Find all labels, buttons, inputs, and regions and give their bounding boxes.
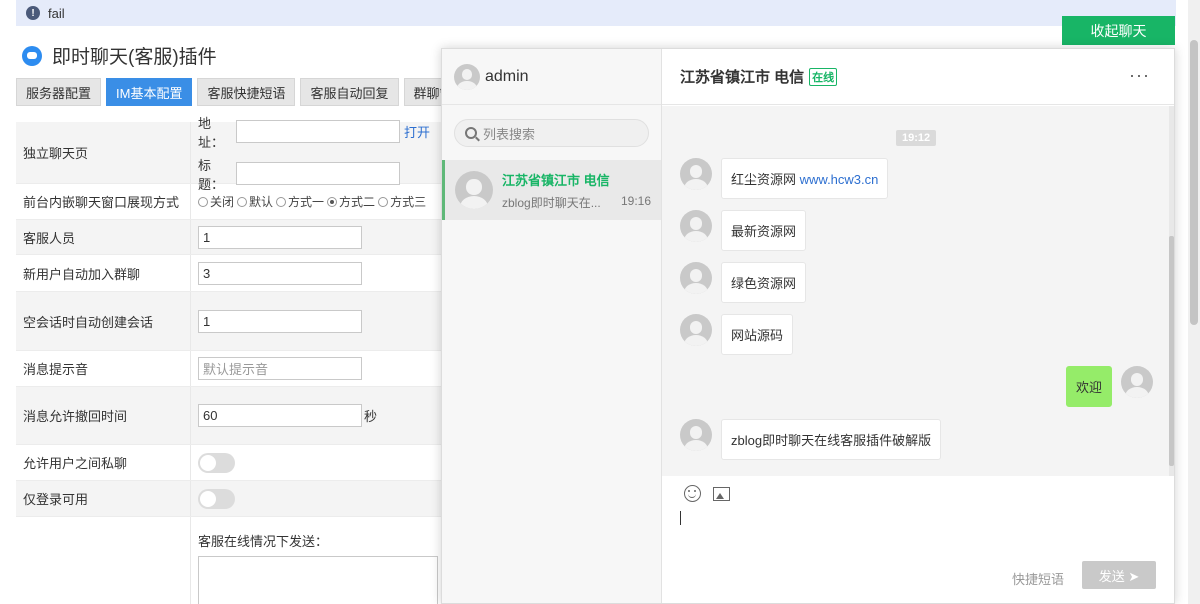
time-divider: 19:12 — [896, 130, 937, 146]
emoji-icon[interactable] — [684, 485, 701, 502]
label-recall: 消息允许撤回时间 — [16, 387, 191, 444]
chat-sidebar: admin 列表搜索 江苏省镇江市 电信 zblog即时聊天在... 19:16 — [442, 49, 662, 603]
message-item: 最新资源网 — [680, 210, 807, 251]
addr-input[interactable] — [236, 120, 400, 143]
row-embed-mode: 前台内嵌聊天窗口展现方式 关闭 默认 方式一 方式二 方式三 — [16, 184, 446, 220]
image-icon[interactable] — [713, 486, 730, 501]
addr-label: 地址： — [198, 115, 225, 150]
empty-session-input[interactable]: 1 — [198, 309, 362, 333]
chat-title: 江苏省镇江市 电信 — [680, 69, 805, 86]
radio-mode-3[interactable]: 方式三 — [378, 193, 426, 210]
radio-mode-1[interactable]: 方式一 — [276, 193, 324, 210]
input-toolbar — [684, 485, 730, 502]
message-bubble: 红尘资源网 www.hcw3.cn — [721, 158, 889, 199]
message-bubble: 网站源码 — [721, 314, 794, 355]
conversation-name: 江苏省镇江市 电信 — [502, 172, 610, 188]
login-only-toggle[interactable] — [198, 488, 235, 509]
message-item: zblog即时聊天在线客服插件破解版 — [680, 419, 942, 460]
row-auto-join: 新用户自动加入群聊 3 — [16, 255, 446, 292]
chat-user-header: admin — [442, 49, 661, 105]
title-input[interactable] — [236, 162, 400, 185]
sound-input[interactable]: 默认提示音 — [198, 357, 362, 380]
page-title-text: 即时聊天(客服)插件 — [52, 47, 217, 68]
message-scrollbar[interactable] — [1169, 106, 1174, 476]
message-bubble: 绿色资源网 — [721, 262, 807, 303]
chat-header: 江苏省镇江市 电信 在线 ··· — [662, 49, 1174, 105]
label-staff: 客服人员 — [16, 220, 191, 254]
chat-username: admin — [485, 67, 529, 85]
message-list: 19:12 红尘资源网 www.hcw3.cn 最新资源网 绿色资源网 网站源码… — [662, 106, 1174, 476]
chat-plugin-logo-icon — [22, 45, 42, 66]
radio-close[interactable]: 关闭 — [198, 193, 234, 210]
user-avatar-icon — [454, 63, 480, 90]
chat-main: 江苏省镇江市 电信 在线 ··· 19:12 红尘资源网 www.hcw3.cn… — [662, 49, 1174, 603]
label-private-chat: 允许用户之间私聊 — [16, 445, 191, 480]
message-link[interactable]: www.hcw3.cn — [800, 172, 879, 187]
tab-quick-phrases[interactable]: 客服快捷短语 — [197, 78, 296, 106]
message-item: 网站源码 — [680, 314, 794, 355]
row-login-only: 仅登录可用 — [16, 481, 446, 517]
label-empty-session: 空会话时自动创建会话 — [16, 292, 191, 350]
message-item: 绿色资源网 — [680, 262, 807, 303]
more-options-icon[interactable]: ··· — [1129, 65, 1150, 86]
message-bubble-self: 欢迎 — [1065, 366, 1112, 407]
message-bubble: 最新资源网 — [721, 210, 807, 251]
self-avatar-icon — [1121, 366, 1153, 398]
search-icon — [465, 127, 477, 139]
list-search-input[interactable]: 列表搜索 — [454, 119, 649, 147]
page-scrollbar[interactable] — [1188, 0, 1200, 604]
info-icon: ! — [26, 6, 40, 20]
sender-avatar-icon — [680, 158, 712, 190]
alert-text: fail — [48, 5, 65, 21]
conversation-avatar-icon — [455, 171, 493, 209]
row-empty-session: 空会话时自动创建会话 1 — [16, 292, 446, 351]
online-send-label: 客服在线情况下发送： — [198, 534, 329, 549]
label-sound: 消息提示音 — [16, 351, 191, 386]
tab-auto-reply[interactable]: 客服自动回复 — [300, 78, 399, 106]
label-embed: 前台内嵌聊天窗口展现方式 — [16, 184, 191, 219]
message-input[interactable] — [680, 511, 681, 525]
message-item-self: 欢迎 — [1065, 366, 1153, 407]
label-standalone: 独立聊天页 — [16, 122, 191, 183]
row-recall: 消息允许撤回时间 60 秒 — [16, 387, 446, 445]
private-chat-toggle[interactable] — [198, 452, 235, 473]
open-link[interactable]: 打开 — [404, 122, 430, 141]
sender-avatar-icon — [680, 262, 712, 294]
tab-im-basic-config[interactable]: IM基本配置 — [106, 78, 193, 106]
radio-default[interactable]: 默认 — [237, 193, 273, 210]
staff-input[interactable]: 1 — [198, 225, 362, 249]
online-send-textarea[interactable] — [198, 556, 438, 604]
embed-radio-group: 关闭 默认 方式一 方式二 方式三 — [191, 184, 446, 219]
sender-avatar-icon — [680, 314, 712, 346]
auto-join-input[interactable]: 3 — [198, 261, 362, 285]
online-status-badge: 在线 — [809, 67, 838, 86]
conversation-time: 19:16 — [620, 193, 651, 208]
page-title: 即时聊天(客服)插件 — [22, 42, 217, 69]
conversation-item[interactable]: 江苏省镇江市 电信 zblog即时聊天在... 19:16 — [442, 160, 661, 220]
label-auto-join: 新用户自动加入群聊 — [16, 255, 191, 291]
collapse-chat-button[interactable]: 收起聊天 — [1062, 16, 1175, 45]
message-item: 红尘资源网 www.hcw3.cn — [680, 158, 889, 199]
sender-avatar-icon — [680, 210, 712, 242]
tab-server-config[interactable]: 服务器配置 — [16, 78, 102, 106]
label-login-only: 仅登录可用 — [16, 481, 191, 516]
row-standalone: 独立聊天页 地址： 打开 标题： — [16, 116, 446, 192]
recall-unit: 秒 — [364, 409, 378, 424]
recall-input[interactable]: 60 — [198, 404, 362, 427]
row-online-send: 客服在线情况下发送： — [16, 517, 446, 604]
message-bubble: zblog即时聊天在线客服插件破解版 — [721, 419, 942, 460]
quick-phrase-button[interactable]: 快捷短语 — [1012, 569, 1064, 588]
row-staff: 客服人员 1 — [16, 220, 446, 255]
chat-window: admin 列表搜索 江苏省镇江市 电信 zblog即时聊天在... 19:16… — [441, 48, 1175, 604]
alert-bar: ! fail — [16, 0, 1176, 26]
row-private-chat: 允许用户之间私聊 — [16, 445, 446, 481]
sender-avatar-icon — [680, 419, 712, 451]
settings-table: 独立聊天页 地址： 打开 标题： 前台内嵌聊天窗口展现方式 关闭 默认 方式一 … — [16, 116, 446, 604]
radio-mode-2[interactable]: 方式二 — [327, 193, 375, 210]
tab-bar: 服务器配置 IM基本配置 客服快捷短语 客服自动回复 群聊管 — [16, 78, 468, 106]
conversation-preview: zblog即时聊天在... — [502, 195, 601, 210]
send-button[interactable]: 发送 ➤ — [1082, 561, 1156, 589]
row-sound: 消息提示音 默认提示音 — [16, 351, 446, 387]
